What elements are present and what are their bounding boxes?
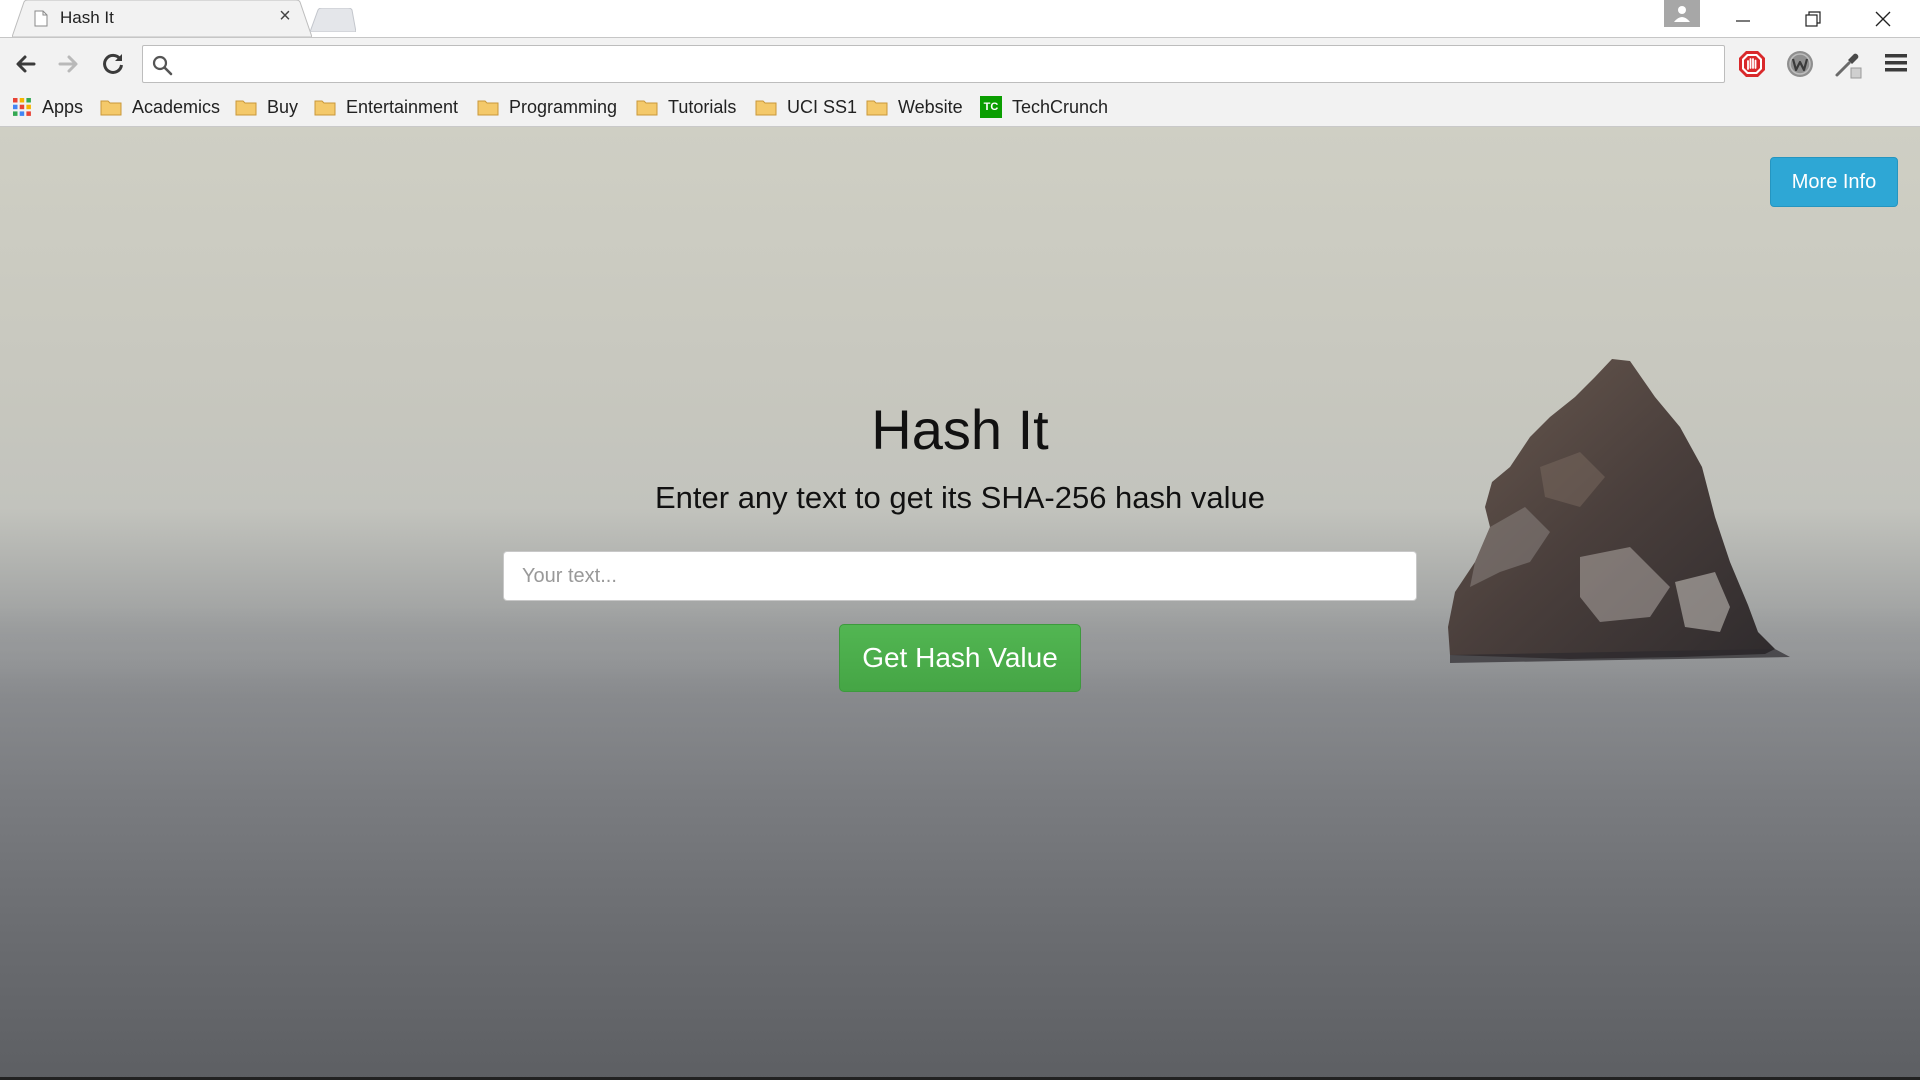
bookmark-techcrunch[interactable]: TC TechCrunch bbox=[980, 94, 1108, 120]
bookmark-folder-academics[interactable]: Academics bbox=[100, 94, 220, 120]
close-window-button[interactable] bbox=[1860, 4, 1906, 34]
address-bar[interactable] bbox=[142, 45, 1725, 83]
browser-titlebar: Hash It × bbox=[0, 0, 1920, 37]
bookmark-folder-entertainment[interactable]: Entertainment bbox=[314, 94, 458, 120]
tab-title: Hash It bbox=[60, 8, 114, 27]
hamburger-menu-icon[interactable] bbox=[1884, 52, 1908, 74]
forward-button[interactable] bbox=[54, 50, 82, 78]
techcrunch-icon: TC bbox=[980, 96, 1002, 118]
apps-grid-icon bbox=[13, 98, 31, 116]
folder-icon bbox=[866, 100, 888, 116]
browser-tab-content: Hash It × bbox=[12, 0, 312, 37]
address-input[interactable] bbox=[183, 53, 1683, 75]
bookmark-folder-tutorials[interactable]: Tutorials bbox=[636, 94, 736, 120]
w-extension-icon[interactable] bbox=[1785, 49, 1815, 79]
folder-icon bbox=[100, 100, 122, 116]
bookmark-apps[interactable]: Apps bbox=[12, 94, 83, 120]
search-icon bbox=[152, 55, 173, 76]
page-title: Hash It bbox=[871, 398, 1049, 461]
more-info-button[interactable]: More Info bbox=[1770, 157, 1898, 207]
reload-button[interactable] bbox=[99, 50, 127, 78]
stop-hand-icon[interactable] bbox=[1737, 49, 1767, 79]
bookmark-label: Buy bbox=[267, 96, 299, 117]
bookmarks-bar: Apps Academics Buy Entertainment Program… bbox=[0, 87, 1920, 127]
restore-window-button[interactable] bbox=[1790, 4, 1836, 34]
user-profile-icon[interactable] bbox=[1664, 0, 1700, 27]
bookmark-label: Apps bbox=[42, 96, 84, 117]
page-favicon-icon bbox=[34, 10, 48, 27]
user-silhouette-icon bbox=[1674, 6, 1690, 22]
bookmark-folder-buy[interactable]: Buy bbox=[235, 94, 298, 120]
bookmark-label: Programming bbox=[509, 96, 618, 117]
bookmark-label: Tutorials bbox=[668, 96, 737, 117]
folder-icon bbox=[477, 100, 499, 116]
bookmark-label: Entertainment bbox=[346, 96, 459, 117]
back-button[interactable] bbox=[12, 50, 40, 78]
folder-icon bbox=[755, 100, 777, 116]
bookmark-label: Academics bbox=[132, 96, 221, 117]
bookmark-folder-programming[interactable]: Programming bbox=[477, 94, 617, 120]
bookmark-label: UCI SS1 bbox=[787, 96, 858, 117]
bookmark-folder-uci-ss1[interactable]: UCI SS1 bbox=[755, 94, 857, 120]
minimize-window-button[interactable] bbox=[1720, 4, 1766, 34]
folder-icon bbox=[314, 100, 336, 116]
bookmark-folder-website[interactable]: Website bbox=[866, 94, 963, 120]
page-viewport: More Info Hash It Enter any text to get … bbox=[0, 127, 1920, 1080]
folder-icon bbox=[235, 100, 257, 116]
bookmark-label: TechCrunch bbox=[1012, 96, 1109, 117]
folder-icon bbox=[636, 100, 658, 116]
get-hash-value-button[interactable]: Get Hash Value bbox=[839, 624, 1081, 692]
bookmark-label: Website bbox=[898, 96, 963, 117]
eyedropper-icon[interactable] bbox=[1833, 49, 1863, 79]
browser-toolbar bbox=[0, 37, 1920, 87]
tab-close-icon[interactable]: × bbox=[275, 6, 295, 26]
new-tab-button[interactable] bbox=[310, 8, 356, 32]
hash-text-input[interactable] bbox=[503, 551, 1417, 601]
page-subtitle: Enter any text to get its SHA-256 hash v… bbox=[654, 480, 1265, 515]
